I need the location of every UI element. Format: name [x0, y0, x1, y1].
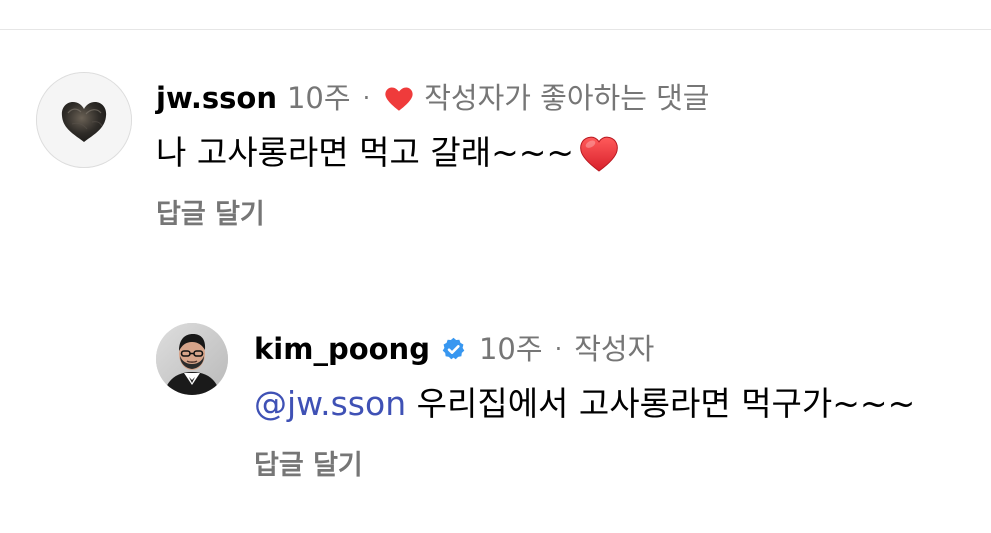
separator-dot: ·: [362, 84, 371, 112]
separator-dot: ·: [554, 335, 563, 363]
reply-comment-item: kim_poong 10주 · 작성자 @jw.sson 우리집에서 고사롱라면…: [156, 323, 976, 503]
verified-check-icon: [440, 336, 467, 363]
comment-text: @jw.sson 우리집에서 고사롱라면 먹구가~~~: [254, 383, 915, 425]
comment-body: 나 고사롱라면 먹고 갈래~~~: [156, 133, 575, 172]
liked-by-creator-label: 작성자가 좋아하는 댓글: [424, 81, 710, 115]
liked-heart-icon: [382, 81, 416, 115]
avatar[interactable]: [36, 72, 132, 168]
author-badge: 작성자: [574, 332, 655, 366]
reply-button[interactable]: 답글 달기: [254, 450, 363, 482]
timestamp: 10주: [286, 81, 351, 115]
avatar[interactable]: [156, 323, 228, 395]
heart-pastry-avatar-icon: [37, 73, 131, 167]
comment-text: 나 고사롱라면 먹고 갈래~~~: [156, 132, 622, 174]
red-heart-emoji-icon: [580, 136, 618, 172]
reply-button[interactable]: 답글 달기: [156, 199, 265, 231]
comment-meta: jw.sson 10주 · 작성자가 좋아하는 댓글: [156, 81, 709, 115]
mention-link[interactable]: @jw.sson: [254, 384, 406, 423]
comment-body: 우리집에서 고사롱라면 먹구가~~~: [416, 384, 916, 423]
comment-item: jw.sson 10주 · 작성자가 좋아하는 댓글 나 고사롱라면 먹고 갈래…: [36, 72, 976, 252]
portrait-avatar-icon: [156, 323, 228, 395]
username-link[interactable]: kim_poong: [254, 332, 430, 366]
comment-meta: kim_poong 10주 · 작성자: [254, 332, 654, 366]
top-divider: [0, 29, 991, 30]
timestamp: 10주: [478, 332, 543, 366]
username-link[interactable]: jw.sson: [156, 81, 277, 115]
